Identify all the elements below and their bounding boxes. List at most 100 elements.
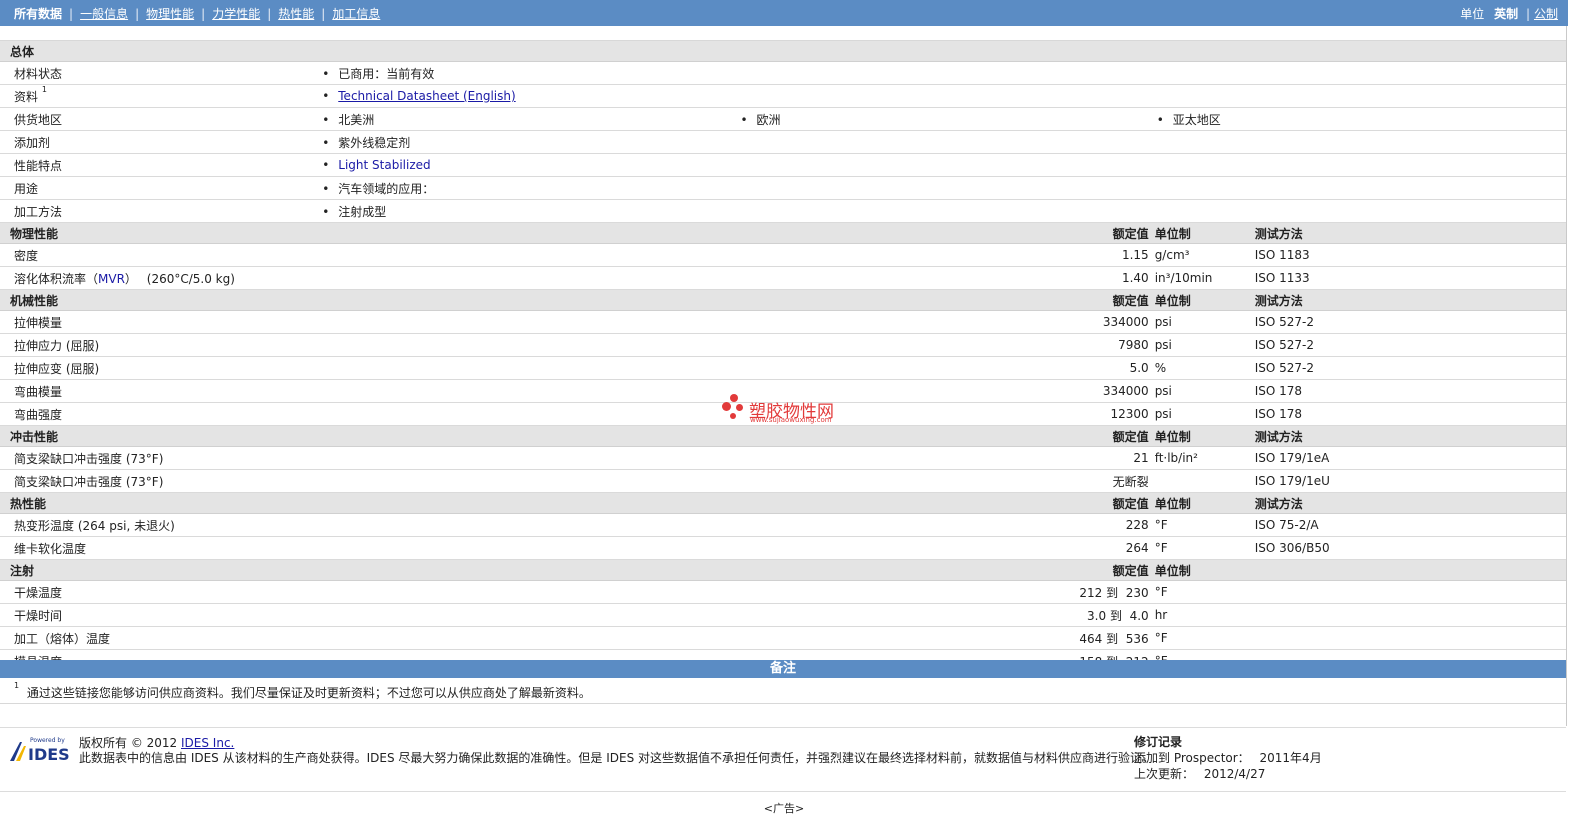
- tab-separator: |: [135, 7, 140, 21]
- tab-thermal[interactable]: 热性能: [278, 7, 314, 21]
- tab-all-data[interactable]: 所有数据: [14, 7, 62, 21]
- watermark-url: www.sujiaowuxing.com: [750, 416, 832, 424]
- section-thermal-header: 热性能 额定值 单位制 测试方法: [0, 492, 1566, 514]
- table-row: 维卡软化温度 264 °F ISO 306/B50: [0, 536, 1566, 560]
- unit-header: 单位制: [1154, 222, 1255, 244]
- row-method: ISO 527-2: [1254, 333, 1566, 357]
- row-value: 21: [738, 446, 1155, 470]
- row-value: 亚太地区: [1172, 112, 1221, 127]
- added-label: 添加到 Prospector：: [1134, 751, 1250, 765]
- tab-physical[interactable]: 物理性能: [146, 7, 194, 21]
- row-label: 加工（熔体）温度: [0, 626, 739, 650]
- section-title: 总体: [0, 41, 1566, 62]
- row-label: 弯曲模量: [0, 379, 739, 403]
- row-condition: (屈服): [65, 361, 100, 376]
- row-value: 欧洲: [756, 112, 781, 127]
- row-condition: (73°F): [125, 474, 164, 489]
- logo-text: IDES: [28, 745, 70, 762]
- ides-link[interactable]: IDES Inc.: [181, 736, 234, 750]
- row-method: ISO 179/1eA: [1254, 446, 1566, 470]
- range-to: 536: [1125, 631, 1149, 646]
- row-unit: ft·lb/in²: [1154, 446, 1255, 470]
- unit-english-option: 英制: [1494, 7, 1519, 21]
- table-row: 材料状态 • 已商用：当前有效: [0, 61, 1566, 85]
- bullet-icon: •: [322, 158, 330, 172]
- method-header: 测试方法: [1254, 289, 1566, 311]
- tab-processing[interactable]: 加工信息: [332, 7, 380, 21]
- table-row: 干燥温度 212 到 230 °F: [0, 580, 1566, 604]
- row-value: 228: [738, 513, 1155, 537]
- row-label: 材料状态: [0, 61, 321, 85]
- row-condition: (73°F): [125, 451, 164, 466]
- bullet-icon: •: [322, 204, 330, 219]
- row-unit: psi: [1154, 310, 1255, 334]
- row-condition: (264 psi, 未退火): [77, 518, 175, 533]
- row-unit: psi: [1154, 379, 1255, 403]
- nominal-header: 额定值: [738, 289, 1155, 311]
- bullet-icon: •: [322, 181, 330, 196]
- row-unit: °F: [1154, 626, 1255, 650]
- tab-mechanical[interactable]: 力学性能: [212, 7, 260, 21]
- row-value: Light Stabilized: [338, 158, 431, 172]
- range-from: 464: [1079, 631, 1103, 646]
- watermark-dot: [730, 394, 738, 402]
- method-header: 测试方法: [1254, 222, 1566, 244]
- disclaimer-text: 此数据表中的信息由 IDES 从该材料的生产商处获得。IDES 尽最大努力确保此…: [79, 751, 1155, 765]
- table-row: 添加剂 • 紫外线稳定剂: [0, 130, 1566, 154]
- row-unit: °F: [1154, 580, 1255, 604]
- row-label: 加工方法: [0, 199, 321, 223]
- section-injection-header: 注射 额定值 单位制: [0, 559, 1566, 581]
- notes-header: 备注: [0, 660, 1566, 678]
- nominal-header: 额定值: [738, 559, 1155, 581]
- method-header: 测试方法: [1254, 425, 1566, 447]
- row-value: 264: [738, 536, 1155, 560]
- row-method: ISO 75-2/A: [1254, 513, 1566, 537]
- row-unit: %: [1154, 356, 1255, 380]
- footnote-marker: 1: [14, 681, 20, 690]
- tab-separator: |: [201, 7, 206, 21]
- footnote: 1 通过这些链接您能够访问供应商资料。我们尽量保证及时更新资料；不过您可以从供应…: [14, 681, 591, 701]
- tab-general-info[interactable]: 一般信息: [80, 7, 128, 21]
- table-row: 加工（熔体）温度 464 到 536 °F: [0, 626, 1566, 650]
- row-unit: °F: [1154, 536, 1255, 560]
- row-value: 5.0: [738, 356, 1155, 380]
- copyright-text: 版权所有 © 2012: [79, 736, 178, 750]
- unit-metric-link[interactable]: 公制: [1534, 7, 1558, 21]
- table-row: 热变形温度 (264 psi, 未退火) 228 °F ISO 75-2/A: [0, 513, 1566, 537]
- row-method: ISO 306/B50: [1254, 536, 1566, 560]
- row-unit: psi: [1154, 333, 1255, 357]
- row-label: 弯曲强度: [0, 402, 739, 426]
- range-word: 到: [1109, 608, 1122, 623]
- row-label: 资料: [14, 89, 39, 104]
- bullet-icon: •: [322, 112, 330, 127]
- bullet-icon: •: [740, 112, 748, 127]
- bullet-icon: •: [322, 135, 330, 150]
- range-to: 230: [1125, 585, 1149, 600]
- watermark-dot: [722, 402, 731, 411]
- row-label: 密度: [0, 243, 739, 267]
- copyright-block: 版权所有 © 2012 IDES Inc. 此数据表中的信息由 IDES 从该材…: [79, 736, 1154, 766]
- row-label: 性能特点: [0, 153, 321, 177]
- technical-datasheet-link[interactable]: Technical Datasheet (English): [338, 89, 515, 103]
- nominal-header: 额定值: [738, 222, 1155, 244]
- unit-header: 单位制: [1154, 425, 1255, 447]
- section-physical-header: 物理性能 额定值 单位制 测试方法: [0, 222, 1566, 244]
- row-method: ISO 527-2: [1254, 356, 1566, 380]
- unit-header: 单位制: [1154, 492, 1255, 514]
- nominal-header: 额定值: [738, 492, 1155, 514]
- divider: [0, 703, 1566, 704]
- unit-header: 单位制: [1154, 559, 1255, 581]
- table-row: 加工方法 • 注射成型: [0, 199, 1566, 223]
- row-label: 简支梁缺口冲击强度: [14, 451, 123, 466]
- section-general-header: 总体: [0, 41, 1566, 62]
- row-value: 已商用：当前有效: [338, 66, 435, 81]
- row-label: 干燥时间: [0, 603, 739, 627]
- row-method: ISO 179/1eU: [1254, 469, 1566, 493]
- row-method: ISO 527-2: [1254, 310, 1566, 334]
- table-row: 拉伸应力 (屈服) 7980 psi ISO 527-2: [0, 333, 1566, 357]
- row-label: 热变形温度: [14, 518, 75, 533]
- nav-tabs: 所有数据 | 一般信息 | 物理性能 | 力学性能 | 热性能 | 加工信息: [14, 5, 380, 22]
- range-to: 4.0: [1129, 608, 1149, 623]
- footer: Powered by IDES 版权所有 © 2012 IDES Inc. 此数…: [0, 727, 1566, 792]
- section-impact-header: 冲击性能 额定值 单位制 测试方法: [0, 425, 1566, 447]
